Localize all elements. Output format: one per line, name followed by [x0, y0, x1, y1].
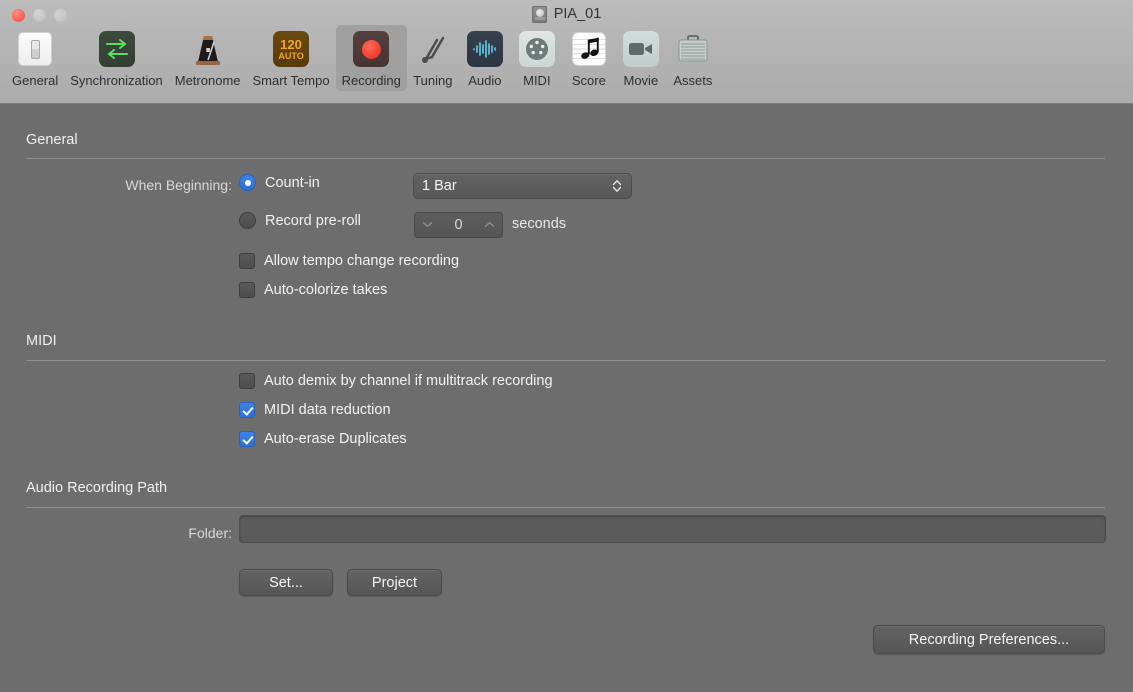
window-title-bar-title: PIA_01: [0, 3, 1133, 25]
smart-tempo-icon-bpm: 120: [280, 38, 302, 51]
window-titlebar: PIA_01 General: [0, 0, 1133, 104]
section-divider-midi: [26, 360, 1105, 361]
tab-smart-tempo-label: Smart Tempo: [253, 73, 330, 89]
tab-audio[interactable]: Audio: [459, 25, 511, 91]
logic-project-icon: [532, 6, 547, 23]
count-in-length-popup[interactable]: 1 Bar: [413, 173, 632, 199]
video-camera-icon: [621, 29, 661, 69]
auto-erase-duplicates-row[interactable]: Auto-erase Duplicates: [239, 431, 407, 447]
auto-demix-checkbox[interactable]: [239, 373, 255, 389]
record-circle-icon: [351, 29, 391, 69]
waveform-icon: [465, 29, 505, 69]
tab-metronome[interactable]: Metronome: [169, 25, 247, 91]
tuning-fork-icon: [413, 29, 453, 69]
record-preroll-radio-row[interactable]: Record pre-roll: [239, 212, 361, 229]
smart-tempo-icon-auto: AUTO: [278, 52, 303, 61]
tab-score-label: Score: [572, 73, 606, 89]
midi-din-icon: [517, 29, 557, 69]
record-preroll-value[interactable]: 0: [454, 217, 462, 233]
chevron-updown-icon: [611, 178, 623, 194]
folder-path-input[interactable]: [239, 515, 1106, 543]
switch-icon: [15, 29, 55, 69]
auto-demix-label: Auto demix by channel if multitrack reco…: [264, 373, 553, 389]
tab-assets[interactable]: Assets: [667, 25, 719, 91]
project-folder-button[interactable]: Project: [347, 569, 442, 596]
tab-synchronization-label: Synchronization: [70, 73, 163, 89]
section-title-general: General: [26, 132, 78, 148]
tab-midi-label: MIDI: [523, 73, 550, 89]
recording-preferences-button[interactable]: Recording Preferences...: [873, 625, 1105, 654]
when-beginning-label: When Beginning:: [60, 177, 232, 193]
section-title-midi: MIDI: [26, 333, 57, 349]
tab-midi[interactable]: MIDI: [511, 25, 563, 91]
auto-demix-row[interactable]: Auto demix by channel if multitrack reco…: [239, 373, 553, 389]
record-preroll-radio[interactable]: [239, 212, 256, 229]
tab-assets-label: Assets: [673, 73, 712, 89]
tab-metronome-label: Metronome: [175, 73, 241, 89]
settings-toolbar-tabs: General Synchronization: [6, 25, 719, 103]
auto-erase-duplicates-label: Auto-erase Duplicates: [264, 431, 407, 447]
tab-score[interactable]: Score: [563, 25, 615, 91]
project-settings-window: PIA_01 General: [0, 0, 1133, 692]
auto-erase-duplicates-checkbox[interactable]: [239, 431, 255, 447]
metronome-icon: [188, 29, 228, 69]
allow-tempo-change-recording-checkbox[interactable]: [239, 253, 255, 269]
tab-general-label: General: [12, 73, 58, 89]
tab-synchronization[interactable]: Synchronization: [64, 25, 169, 91]
sync-arrows-icon: [97, 29, 137, 69]
count-in-length-value: 1 Bar: [422, 178, 611, 194]
midi-data-reduction-checkbox[interactable]: [239, 402, 255, 418]
set-folder-button[interactable]: Set...: [239, 569, 333, 596]
allow-tempo-change-recording-row[interactable]: Allow tempo change recording: [239, 253, 459, 269]
section-divider-audio-recording-path: [26, 507, 1105, 508]
briefcase-icon: [673, 29, 713, 69]
stepper-down-icon[interactable]: [422, 220, 433, 231]
window-title-text: PIA_01: [554, 6, 602, 22]
auto-colorize-takes-checkbox[interactable]: [239, 282, 255, 298]
settings-content-pane: General When Beginning: Count-in 1 Bar R…: [0, 104, 1133, 692]
tab-movie[interactable]: Movie: [615, 25, 667, 91]
smart-tempo-icon: 120 AUTO: [271, 29, 311, 69]
tab-movie-label: Movie: [624, 73, 659, 89]
midi-data-reduction-row[interactable]: MIDI data reduction: [239, 402, 391, 418]
record-preroll-stepper[interactable]: 0: [414, 212, 503, 238]
auto-colorize-takes-row[interactable]: Auto-colorize takes: [239, 282, 387, 298]
folder-label: Folder:: [60, 525, 232, 541]
tab-tuning-label: Tuning: [413, 73, 452, 89]
tab-recording[interactable]: Recording: [336, 25, 407, 91]
count-in-label: Count-in: [265, 175, 320, 191]
record-preroll-label: Record pre-roll: [265, 213, 361, 229]
tab-smart-tempo[interactable]: 120 AUTO Smart Tempo: [247, 25, 336, 91]
section-title-audio-recording-path: Audio Recording Path: [26, 480, 167, 496]
section-divider-general: [26, 158, 1105, 159]
count-in-radio[interactable]: [239, 174, 256, 191]
record-preroll-unit-label: seconds: [512, 216, 566, 232]
midi-data-reduction-label: MIDI data reduction: [264, 402, 391, 418]
count-in-radio-row[interactable]: Count-in: [239, 174, 320, 191]
tab-recording-label: Recording: [342, 73, 401, 89]
auto-colorize-takes-label: Auto-colorize takes: [264, 282, 387, 298]
allow-tempo-change-recording-label: Allow tempo change recording: [264, 253, 459, 269]
tab-tuning[interactable]: Tuning: [407, 25, 459, 91]
tab-audio-label: Audio: [468, 73, 501, 89]
tab-general[interactable]: General: [6, 25, 64, 91]
stepper-up-icon[interactable]: [484, 220, 495, 231]
music-note-icon: [569, 29, 609, 69]
